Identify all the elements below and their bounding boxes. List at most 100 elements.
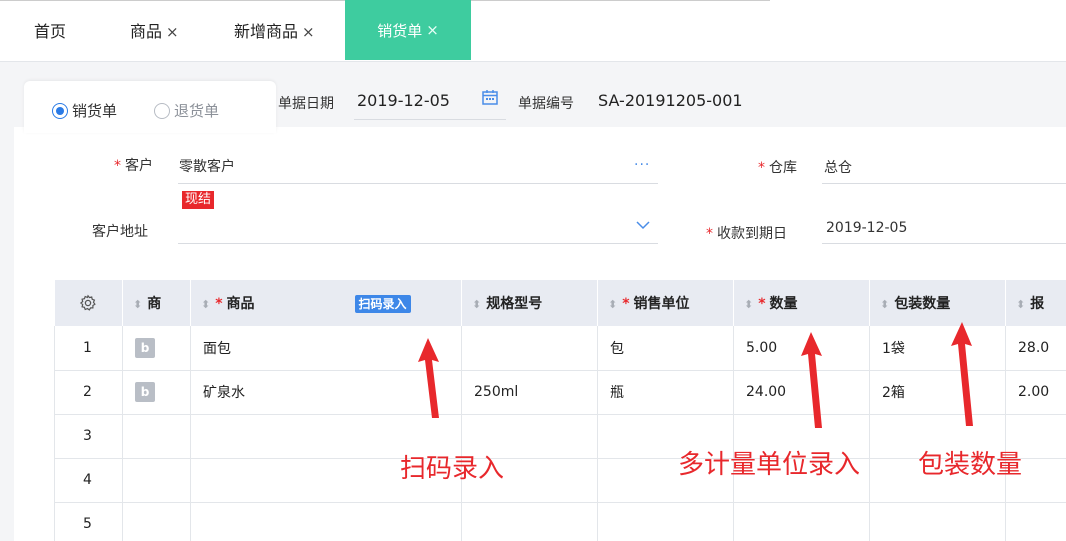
pack-qty-cell[interactable] <box>869 502 1006 541</box>
price-cell[interactable]: 2.00 <box>1005 370 1066 415</box>
customer-underline <box>178 183 658 184</box>
header-label: 商品 <box>226 296 255 312</box>
unit-cell[interactable]: 包 <box>597 326 734 371</box>
tab-new-product[interactable]: 新增商品 × <box>234 18 315 42</box>
customer-field[interactable]: 零散客户 <box>179 156 235 176</box>
tab-bar: 首页 商品 × 新增商品 × 销货单 × <box>0 0 1066 62</box>
sort-icon[interactable]: ⬍ <box>608 298 617 311</box>
spec-cell[interactable]: 250ml <box>461 370 598 415</box>
column-settings[interactable] <box>54 280 123 326</box>
column-header-product[interactable]: ⬍ * 商品 扫码录入 <box>190 280 462 326</box>
tab-label: 销货单 <box>377 21 423 40</box>
product-image-cell[interactable]: b <box>122 326 191 371</box>
tab-home[interactable]: 首页 <box>34 18 66 42</box>
sort-icon[interactable]: ⬍ <box>880 298 889 311</box>
radio-unchecked-icon <box>154 102 170 119</box>
sort-icon[interactable]: ⬍ <box>472 298 481 311</box>
product-name-cell[interactable]: 矿泉水 <box>190 370 462 415</box>
header-label: 数量 <box>769 296 798 312</box>
doc-number-field[interactable]: SA-20191205-001 <box>598 91 743 110</box>
required-mark: * <box>758 296 766 312</box>
warehouse-field[interactable]: 总仓 <box>824 157 852 177</box>
tab-label: 新增商品 <box>234 22 299 41</box>
due-date-underline <box>822 243 1066 244</box>
unit-cell[interactable] <box>597 502 734 541</box>
table-row: 3 <box>54 414 1066 459</box>
label-text: 仓库 <box>769 160 797 176</box>
table-header-row: ⬍ 商 ⬍ * 商品 扫码录入 ⬍ 规格型号 ⬍ * 销售单位 ⬍ * 数量 ⬍ 包装数量 ⬍ 报 <box>54 280 1066 326</box>
annotation-scan-entry: 扫码录入 <box>400 454 505 484</box>
tab-sales-order[interactable]: 销货单 × <box>345 0 471 60</box>
table-row: 5 <box>54 502 1066 541</box>
column-header-spec[interactable]: ⬍ 规格型号 <box>461 280 598 326</box>
scan-entry-button[interactable]: 扫码录入 <box>354 295 411 313</box>
radio-return-order[interactable]: 退货单 <box>154 100 219 121</box>
date-field[interactable]: 2019-12-05 <box>357 91 450 110</box>
row-number: 3 <box>54 414 123 459</box>
sort-icon[interactable]: ⬍ <box>744 298 753 311</box>
tab-products[interactable]: 商品 × <box>130 18 179 42</box>
product-name-cell[interactable]: 面包 <box>190 326 462 371</box>
product-image-cell[interactable] <box>122 458 191 503</box>
spec-cell[interactable] <box>461 326 598 371</box>
product-image-cell[interactable] <box>122 502 191 541</box>
sales-order-form: 销货单 退货单 单据日期 2019-12-05 单据编号 SA-20191205… <box>14 75 1066 541</box>
doc-type-switch: 销货单 退货单 <box>24 81 276 133</box>
product-name-cell[interactable] <box>190 502 462 541</box>
header-label: 包装数量 <box>894 296 951 312</box>
radio-label: 销货单 <box>72 102 118 120</box>
annotation-multi-unit: 多计量单位录入 <box>678 450 861 480</box>
address-underline <box>178 243 658 244</box>
gear-icon[interactable] <box>79 294 97 312</box>
unit-cell[interactable]: 瓶 <box>597 370 734 415</box>
quantity-cell[interactable]: 24.00 <box>733 370 870 415</box>
spec-cell[interactable] <box>461 502 598 541</box>
label-text: 客户 <box>125 158 153 174</box>
column-header-image[interactable]: ⬍ 商 <box>122 280 191 326</box>
price-cell[interactable]: 28.0 <box>1005 326 1066 371</box>
header-label: 商 <box>147 296 162 312</box>
line-items-table: ⬍ 商 ⬍ * 商品 扫码录入 ⬍ 规格型号 ⬍ * 销售单位 ⬍ * 数量 ⬍ 包装数量 ⬍ 报 1… <box>54 280 1066 541</box>
product-image-icon: b <box>135 382 155 402</box>
radio-sales-order[interactable]: 销货单 <box>52 100 117 121</box>
header-label: 报 <box>1030 296 1045 312</box>
quantity-cell[interactable]: 5.00 <box>733 326 870 371</box>
column-header-pack-qty[interactable]: ⬍ 包装数量 <box>869 280 1006 326</box>
row-number: 1 <box>54 326 123 371</box>
settle-badge: 现结 <box>182 191 215 209</box>
required-mark: * <box>706 226 713 242</box>
quantity-cell[interactable] <box>733 502 870 541</box>
header-label: 规格型号 <box>486 296 543 312</box>
close-icon[interactable]: × <box>166 23 179 41</box>
column-header-price[interactable]: ⬍ 报 <box>1005 280 1066 326</box>
close-icon[interactable]: × <box>426 21 439 39</box>
calendar-icon[interactable] <box>482 89 498 105</box>
annotation-pack-quantity: 包装数量 <box>918 450 1023 480</box>
product-image-icon: b <box>135 337 155 358</box>
sort-icon[interactable]: ⬍ <box>201 298 210 311</box>
address-label: 客户地址 <box>92 224 148 240</box>
sort-icon[interactable]: ⬍ <box>1016 298 1025 311</box>
price-cell[interactable] <box>1005 502 1066 541</box>
pack-qty-cell[interactable]: 1袋 <box>869 326 1006 371</box>
pack-qty-cell[interactable]: 2箱 <box>869 370 1006 415</box>
customer-label: * 客户 <box>114 155 153 175</box>
product-image-cell[interactable]: b <box>122 370 191 415</box>
header-label: 销售单位 <box>633 296 690 312</box>
column-header-quantity[interactable]: ⬍ * 数量 <box>733 280 870 326</box>
required-mark: * <box>622 296 630 312</box>
more-icon[interactable]: ··· <box>634 157 650 173</box>
chevron-down-icon[interactable] <box>636 220 650 230</box>
due-date-field[interactable]: 2019-12-05 <box>826 220 907 236</box>
product-image-cell[interactable] <box>122 414 191 459</box>
row-number: 4 <box>54 458 123 503</box>
table-row: 1 b 面包 包 5.00 1袋 28.0 <box>54 326 1066 371</box>
table-row: 2 b 矿泉水 250ml 瓶 24.00 2箱 2.00 <box>54 370 1066 415</box>
date-underline <box>354 119 506 120</box>
close-icon[interactable]: × <box>302 23 315 41</box>
warehouse-underline <box>822 183 1066 184</box>
column-header-unit[interactable]: ⬍ * 销售单位 <box>597 280 734 326</box>
radio-label: 退货单 <box>174 102 220 120</box>
sort-icon[interactable]: ⬍ <box>133 298 142 311</box>
due-date-label: * 收款到期日 <box>706 223 787 243</box>
